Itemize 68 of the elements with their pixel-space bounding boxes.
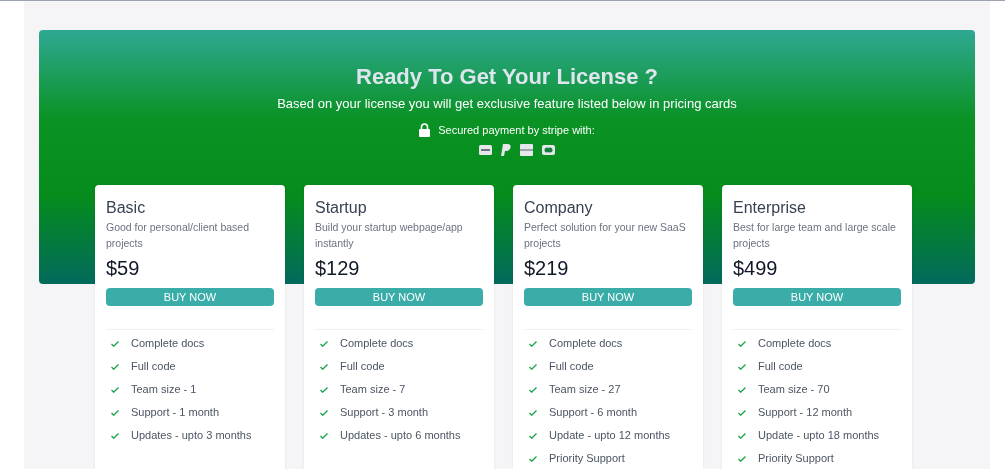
check-icon [320,340,328,347]
check-icon [111,340,119,347]
credit-card-icon [479,144,492,155]
paypal-icon [501,143,511,156]
plan-name: Basic [106,198,147,218]
check-icon [738,409,746,416]
feature-text: Complete docs [340,336,414,352]
buy-now-button[interactable]: BUY NOW [106,288,274,306]
check-icon [529,432,537,439]
check-icon [529,386,537,393]
check-icon [529,363,537,370]
plan-description: Perfect solution for your new SaaS projects [524,220,687,251]
check-icon [738,363,746,370]
plan-description: Good for personal/client based projects [106,220,250,251]
feature-text: Support - 12 month [758,405,853,421]
plan-description: Best for large team and large scale projects [733,220,897,251]
feature-text: Full code [340,359,385,375]
feature-text: Support - 3 month [340,405,429,421]
check-icon [111,363,119,370]
plan-price: $219 [524,256,570,281]
check-icon [738,455,746,462]
feature-text: Full code [758,359,803,375]
feature-text: Complete docs [549,336,623,352]
plan-name: Startup [315,198,368,218]
buy-now-button[interactable]: BUY NOW [733,288,901,306]
feature-text: Full code [131,359,176,375]
check-icon [111,432,119,439]
check-icon [738,340,746,347]
check-icon [320,409,328,416]
plan-price: $499 [733,256,779,281]
check-icon [111,386,119,393]
feature-text: Support - 1 month [131,405,220,421]
feature-text: Team size - 70 [758,382,830,398]
check-icon [529,409,537,416]
banner-subtitle: Based on your license you will get exclusive feature listed below in pricing cards [277,95,737,113]
check-icon [738,432,746,439]
feature-text: Full code [549,359,594,375]
buy-now-button[interactable]: BUY NOW [524,288,692,306]
buy-now-button[interactable]: BUY NOW [315,288,483,306]
feature-text: Team size - 1 [131,382,197,398]
feature-text: Priority Support [549,451,625,467]
credit-card-icon [542,144,555,155]
feature-text: Complete docs [131,336,205,352]
card-icon [520,143,533,156]
check-icon [320,386,328,393]
feature-text: Team size - 27 [549,382,621,398]
plan-price: $129 [315,256,361,281]
check-icon [111,409,119,416]
check-icon [529,340,537,347]
plan-description: Build your startup webpage/app instantly [315,220,464,251]
feature-text: Update - upto 18 months [758,428,880,444]
plan-name: Company [524,198,594,218]
secure-payment-note: Secured payment by stripe with: [438,123,595,138]
check-icon [320,363,328,370]
feature-text: Updates - upto 6 months [340,428,461,444]
check-icon [738,386,746,393]
feature-text: Support - 6 month [549,405,638,421]
check-icon [529,455,537,462]
check-icon [320,432,328,439]
lock-icon [419,123,431,138]
plan-name: Enterprise [733,198,807,218]
plan-price: $59 [106,256,141,281]
feature-text: Priority Support [758,451,834,467]
feature-text: Complete docs [758,336,832,352]
banner-title: Ready To Get Your License ? [356,63,658,91]
feature-text: Update - upto 12 months [549,428,671,444]
feature-text: Team size - 7 [340,382,406,398]
feature-text: Updates - upto 3 months [131,428,252,444]
